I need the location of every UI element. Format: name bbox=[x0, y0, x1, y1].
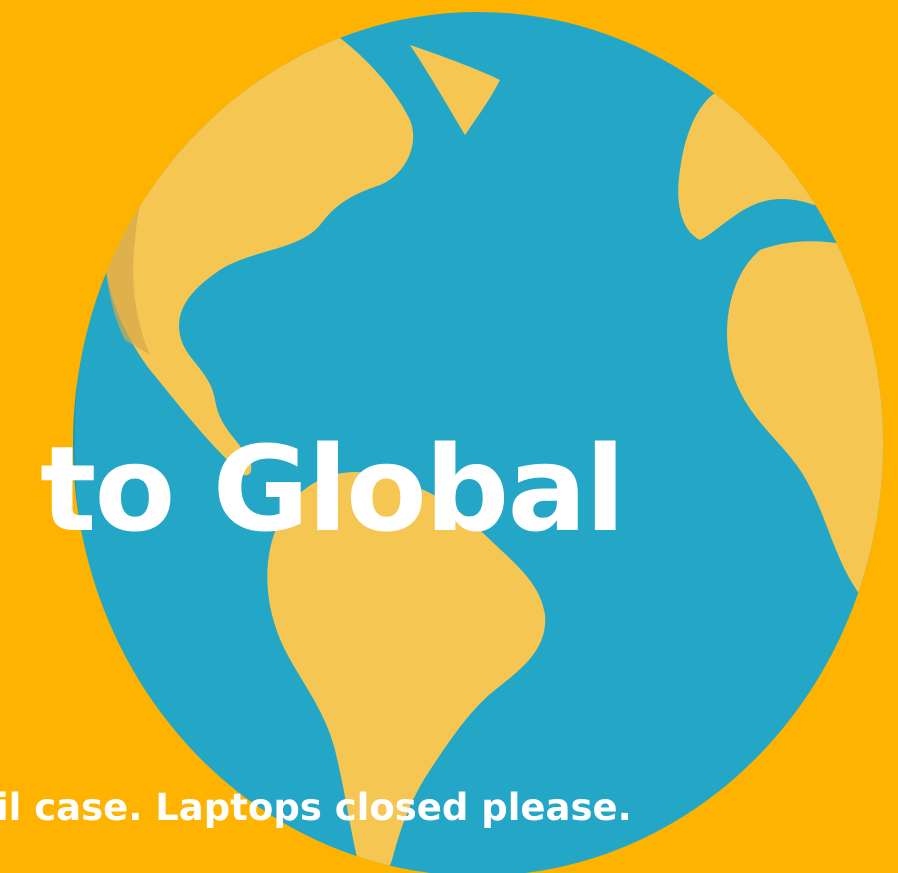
slide: to Global il case. Laptops closed please… bbox=[0, 0, 898, 873]
slide-subtitle: il case. Laptops closed please. bbox=[0, 786, 632, 829]
slide-title: to Global bbox=[40, 420, 625, 558]
